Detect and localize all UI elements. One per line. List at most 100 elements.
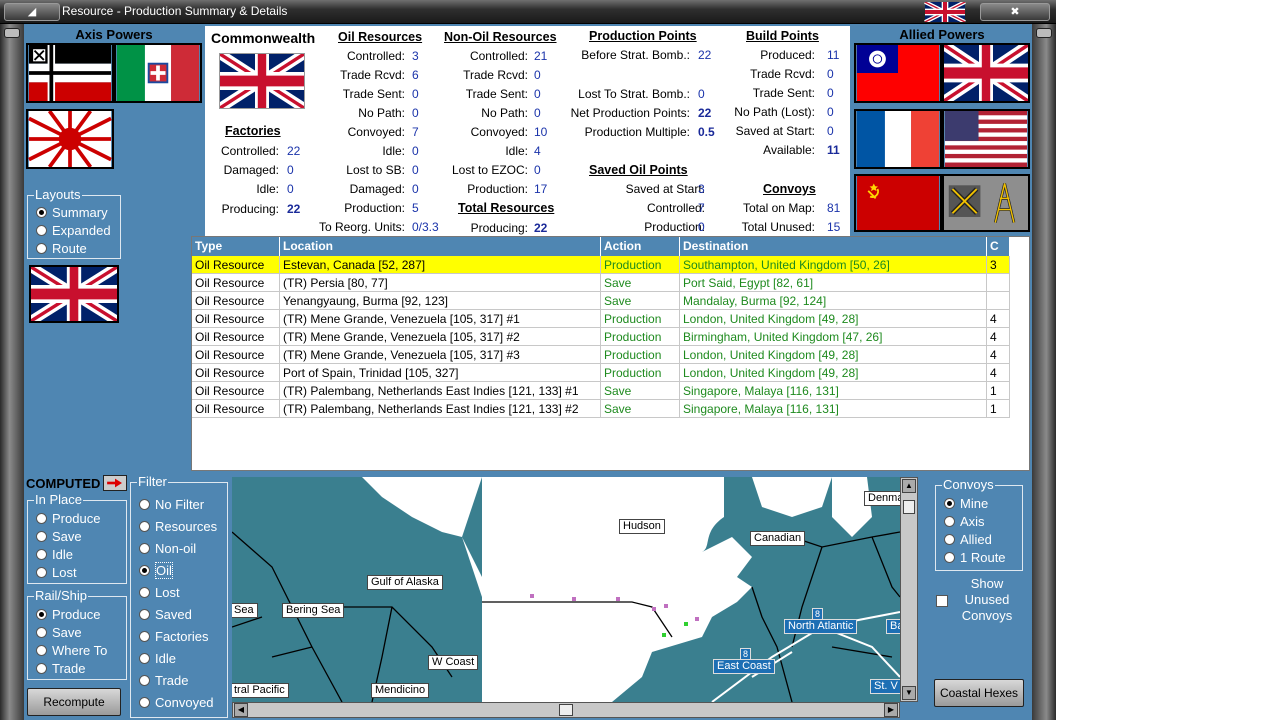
title-bar[interactable]: ◢ Resource - Production Summary & Detail…	[0, 0, 1056, 24]
radio-button[interactable]	[139, 521, 150, 532]
in_place-option-label: Produce	[52, 511, 101, 526]
resources-view-icon[interactable]	[942, 174, 1030, 232]
convoys_filter-option-radio[interactable]: Axis	[944, 514, 985, 529]
show-unused-checkbox[interactable]	[936, 595, 948, 607]
france-flag-icon[interactable]	[854, 109, 942, 169]
filter-option-radio[interactable]: Trade	[139, 673, 188, 688]
layout-expanded-radio[interactable]: Expanded	[36, 223, 111, 238]
in_place-option-radio[interactable]: Lost	[36, 565, 77, 580]
map-vertical-scrollbar[interactable]: ▲ ▼	[900, 477, 918, 702]
convoy-count-badge[interactable]: 8	[740, 648, 752, 660]
window-menu-button[interactable]: ◢	[4, 3, 60, 21]
table-row[interactable]: Oil Resource Yenangyaung, Burma [92, 123]…	[192, 292, 1010, 310]
filter-option-radio[interactable]: Idle	[139, 651, 176, 666]
japan-flag-icon[interactable]	[26, 109, 114, 169]
table-row[interactable]: Oil Resource Port of Spain, Trinidad [105…	[192, 364, 1010, 382]
col-action[interactable]: Action	[601, 237, 680, 256]
map-sea-ba[interactable]: Ba	[886, 619, 900, 634]
layout-summary-radio[interactable]: Summary	[36, 205, 108, 220]
filter-option-radio[interactable]: Non-oil	[139, 541, 196, 556]
radio-button[interactable]	[139, 653, 150, 664]
radio-button[interactable]	[139, 609, 150, 620]
radio-button[interactable]	[36, 513, 47, 524]
filter-option-radio[interactable]: Factories	[139, 629, 208, 644]
filter-option-radio[interactable]: Resources	[139, 519, 217, 534]
scroll-thumb[interactable]	[903, 500, 915, 514]
table-row[interactable]: Oil Resource (TR) Palembang, Netherlands …	[192, 382, 1010, 400]
map-label-bering-sea: Bering Sea	[282, 603, 345, 618]
filter-option-radio[interactable]: No Filter	[139, 497, 204, 512]
radio-button[interactable]	[944, 552, 955, 563]
map-sea-st-v[interactable]: St. V	[870, 679, 900, 694]
radio-button[interactable]	[944, 534, 955, 545]
germany-flag-icon[interactable]	[26, 43, 114, 103]
radio-button[interactable]	[36, 549, 47, 560]
ussr-flag-icon[interactable]	[854, 174, 942, 232]
filter-option-radio[interactable]: Saved	[139, 607, 192, 622]
radio-button[interactable]	[944, 516, 955, 527]
filter-option-radio[interactable]: Convoyed	[139, 695, 214, 710]
rail_ship-option-radio[interactable]: Trade	[36, 661, 85, 676]
radio-button[interactable]	[944, 498, 955, 509]
scroll-thumb[interactable]	[559, 704, 573, 716]
map-label-sea: Sea	[232, 603, 258, 618]
scroll-left-icon[interactable]: ◀	[234, 703, 248, 717]
italy-flag-icon[interactable]	[114, 43, 202, 103]
usa-flag-icon[interactable]	[942, 109, 1030, 169]
radio-button[interactable]	[36, 609, 47, 620]
in_place-option-radio[interactable]: Save	[36, 529, 82, 544]
radio-button[interactable]	[139, 675, 150, 686]
coastal-hexes-button[interactable]: Coastal Hexes	[934, 679, 1024, 707]
scroll-down-icon[interactable]: ▼	[902, 686, 916, 700]
map-sea-east-coast[interactable]: East Coast	[713, 659, 775, 674]
close-icon[interactable]: ✖	[980, 3, 1050, 21]
map-horizontal-scrollbar[interactable]: ◀ ▶	[232, 702, 900, 718]
radio-button[interactable]	[36, 645, 47, 656]
uk-flag-icon[interactable]	[942, 43, 1030, 103]
scroll-up-icon[interactable]: ▲	[902, 479, 916, 493]
radio-button[interactable]	[139, 631, 150, 642]
layout-route-radio[interactable]: Route	[36, 241, 87, 256]
convoy-count-badge[interactable]: 8	[812, 608, 824, 620]
filter-option-radio[interactable]: Lost	[139, 585, 180, 600]
table-row[interactable]: Oil Resource (TR) Persia [80, 77] Save Port…	[192, 274, 1010, 292]
radio-button[interactable]	[139, 543, 150, 554]
radio-button[interactable]	[139, 565, 150, 576]
col-destination[interactable]: Destination	[680, 237, 987, 256]
col-type[interactable]: Type	[192, 237, 280, 256]
convoys_filter-option-radio[interactable]: Allied	[944, 532, 992, 547]
radio-button[interactable]	[36, 663, 47, 674]
convoys_filter-option-radio[interactable]: 1 Route	[944, 550, 1006, 565]
resource-table[interactable]: Type Location Action Destination C Oil R…	[191, 236, 1030, 471]
rail_ship-option-radio[interactable]: Save	[36, 625, 82, 640]
radio-button[interactable]	[139, 587, 150, 598]
china-flag-icon[interactable]	[854, 43, 942, 103]
rail_ship-option-radio[interactable]: Produce	[36, 607, 100, 622]
table-row[interactable]: Oil Resource (TR) Mene Grande, Venezuela …	[192, 328, 1010, 346]
cell-destination: Southampton, United Kingdom [50, 26]	[680, 256, 987, 274]
table-row[interactable]: Oil Resource Estevan, Canada [52, 287] Pro…	[192, 256, 1010, 274]
table-row[interactable]: Oil Resource (TR) Mene Grande, Venezuela …	[192, 346, 1010, 364]
mini-map[interactable]: Hudson Canadian Denma Gulf of Alaska Sea…	[232, 477, 900, 702]
table-row[interactable]: Oil Resource (TR) Mene Grande, Venezuela …	[192, 310, 1010, 328]
recompute-button[interactable]: Recompute	[27, 688, 121, 716]
rail_ship-option-radio[interactable]: Where To	[36, 643, 107, 658]
in_place-option-radio[interactable]: Idle	[36, 547, 73, 562]
radio-button[interactable]	[139, 697, 150, 708]
filter-option-radio[interactable]: Oil	[139, 562, 173, 579]
show-unused-convoys[interactable]: Show Unused Convoys	[935, 576, 1023, 626]
radio-button[interactable]	[36, 627, 47, 638]
radio-button[interactable]	[139, 499, 150, 510]
convoys_filter-option-radio[interactable]: Mine	[944, 496, 988, 511]
in_place-option-radio[interactable]: Produce	[36, 511, 100, 526]
table-row[interactable]: Oil Resource (TR) Palembang, Netherlands …	[192, 400, 1010, 418]
rail_ship-option-label: Save	[52, 625, 82, 640]
radio-button[interactable]	[36, 531, 47, 542]
selected-country-flag-icon[interactable]	[29, 265, 119, 323]
scroll-right-icon[interactable]: ▶	[884, 703, 898, 717]
col-location[interactable]: Location	[280, 237, 601, 256]
arrow-right-icon[interactable]	[103, 475, 127, 491]
map-sea-north-atlantic[interactable]: North Atlantic	[784, 619, 858, 634]
radio-button[interactable]	[36, 567, 47, 578]
col-c[interactable]: C	[987, 237, 1010, 256]
